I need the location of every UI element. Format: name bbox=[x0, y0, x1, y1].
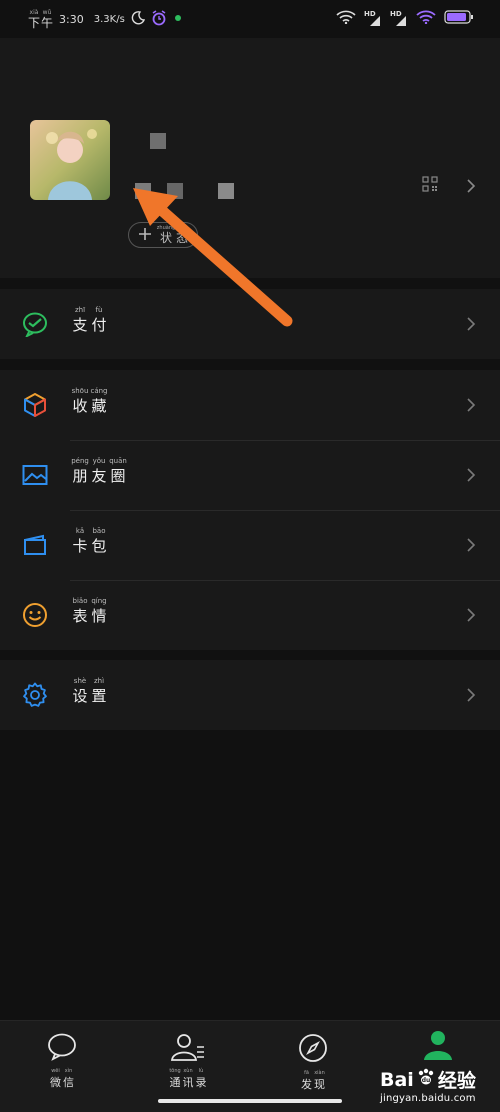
battery-icon bbox=[444, 9, 474, 28]
pay-icon bbox=[22, 311, 48, 339]
status-button-label-2: 态 bbox=[176, 231, 189, 245]
nickname-mosaic-1 bbox=[150, 133, 166, 149]
moments-picture-icon bbox=[22, 462, 48, 488]
smiley-face-icon bbox=[22, 602, 48, 628]
menu-item-favorites[interactable]: shōu 收 cáng 藏 bbox=[0, 370, 500, 440]
menu-label-stickers: biǎo 表 qíng 情 bbox=[72, 597, 107, 625]
baidu-watermark: Bai du 经验 jingyan.baidu.com bbox=[380, 1067, 476, 1105]
menu-label-moments: péng 朋 yǒu 友 quān 圈 bbox=[71, 457, 127, 485]
chevron-right-icon bbox=[466, 178, 476, 198]
menu-item-pay[interactable]: zhī 支 fù 付 bbox=[0, 289, 500, 359]
status-time-prefix-2: 午 bbox=[41, 16, 54, 30]
status-time: 3:30 bbox=[59, 13, 84, 26]
signal-hd-2-icon: HD bbox=[390, 10, 408, 26]
menu-label-pay: zhī 支 fù 付 bbox=[72, 306, 107, 334]
chevron-right-icon bbox=[466, 316, 476, 336]
nickname-mosaic-4 bbox=[218, 183, 234, 199]
profile-header[interactable]: zhuàng 状 tài 态 bbox=[0, 38, 500, 278]
chevron-right-icon bbox=[466, 687, 476, 707]
chevron-right-icon bbox=[466, 397, 476, 417]
tab-discover[interactable]: fā 发 xiàn 现 bbox=[273, 1033, 353, 1090]
contacts-icon bbox=[170, 1033, 206, 1065]
menu-item-moments[interactable]: péng 朋 yǒu 友 quān 圈 bbox=[0, 440, 500, 510]
menu-item-settings[interactable]: shè 设 zhì 置 bbox=[0, 660, 500, 730]
alarm-icon bbox=[151, 10, 167, 29]
tab-chats[interactable]: wēi 微 xìn 信 bbox=[22, 1033, 102, 1088]
favorites-cube-icon bbox=[22, 392, 48, 418]
status-button-label-1: 状 bbox=[159, 231, 172, 245]
gear-icon bbox=[22, 682, 48, 708]
chevron-right-icon bbox=[466, 467, 476, 487]
plus-icon bbox=[138, 226, 152, 245]
notification-dot-icon bbox=[173, 13, 183, 26]
chevron-right-icon bbox=[466, 537, 476, 557]
wifi-icon bbox=[336, 9, 356, 28]
tab-contacts[interactable]: tōng 通 xùn 讯 lù 录 bbox=[148, 1033, 228, 1088]
cards-wallet-icon bbox=[22, 532, 48, 558]
settings-group: shè 设 zhì 置 bbox=[0, 660, 500, 730]
status-bar: xià 下 wǔ 午 3:30 3.3K/s HD HD bbox=[0, 0, 500, 38]
paw-logo-icon: du bbox=[416, 1067, 436, 1092]
qr-code-icon[interactable] bbox=[422, 176, 438, 196]
svg-text:du: du bbox=[422, 1077, 431, 1084]
person-filled-icon bbox=[421, 1029, 455, 1065]
signal-hd-1-icon: HD bbox=[364, 10, 382, 26]
menu-item-stickers[interactable]: biǎo 表 qíng 情 bbox=[0, 580, 500, 650]
compass-icon bbox=[298, 1033, 328, 1067]
chat-bubble-icon bbox=[47, 1033, 77, 1065]
nickname-mosaic-3 bbox=[167, 183, 183, 199]
tab-me[interactable] bbox=[398, 1029, 478, 1065]
network-speed: 3.3K/s bbox=[93, 14, 125, 25]
status-time-prefix-1: 下 bbox=[28, 16, 41, 30]
menu-label-favorites: shōu 收 cáng 藏 bbox=[71, 387, 108, 415]
menu-label-cards: kǎ 卡 bāo 包 bbox=[72, 527, 107, 555]
home-indicator[interactable] bbox=[158, 1099, 342, 1103]
avatar[interactable] bbox=[30, 120, 110, 200]
menu-label-settings: shè 设 zhì 置 bbox=[72, 677, 107, 705]
services-group: shōu 收 cáng 藏 péng 朋 yǒu 友 quān 圈 kǎ 卡 b… bbox=[0, 370, 500, 650]
chevron-right-icon bbox=[466, 607, 476, 627]
add-status-button[interactable]: zhuàng 状 tài 态 bbox=[128, 222, 198, 248]
pay-group: zhī 支 fù 付 bbox=[0, 289, 500, 359]
menu-item-cards[interactable]: kǎ 卡 bāo 包 bbox=[0, 510, 500, 580]
wifi-purple-icon bbox=[416, 9, 436, 28]
nickname-mosaic-2 bbox=[135, 183, 151, 199]
moon-icon bbox=[131, 11, 145, 28]
